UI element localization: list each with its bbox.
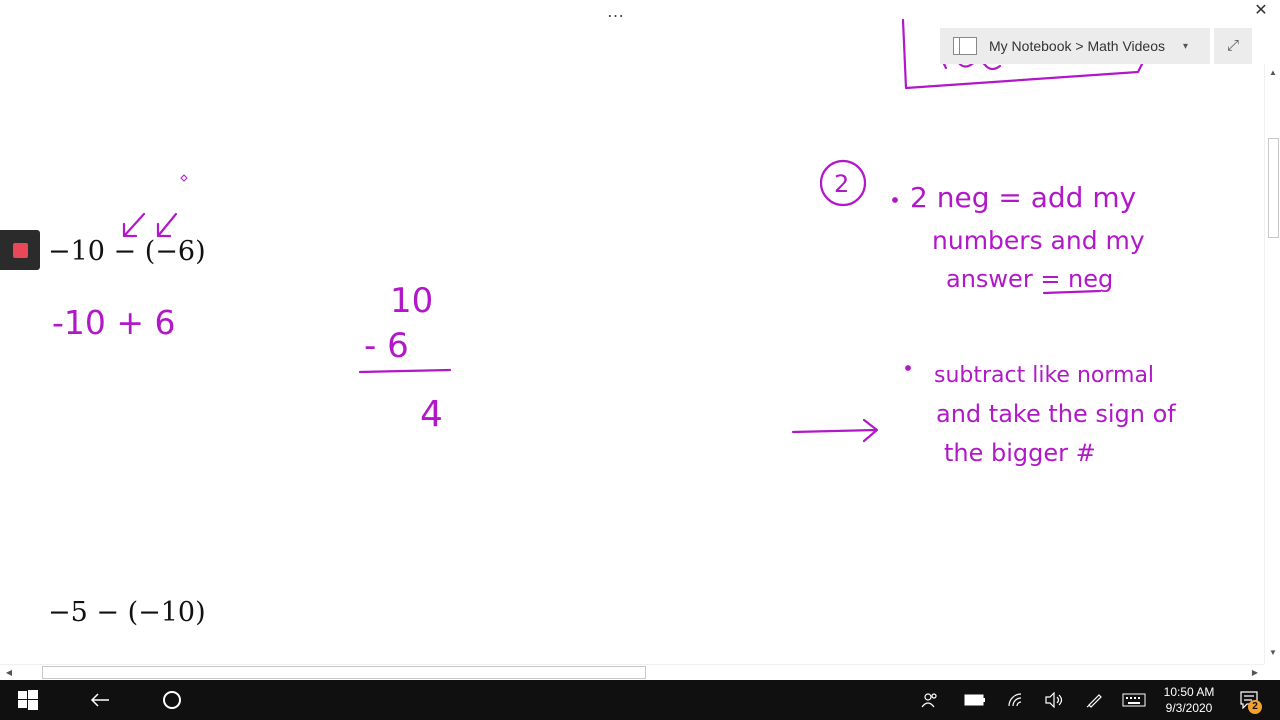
notebook-canvas[interactable]: −10 − (−6) −5 − (−10) -10 + 6 10 - 6 4 2… bbox=[0, 0, 1264, 664]
ink-arrow-1 bbox=[122, 212, 146, 238]
scroll-down-icon[interactable]: ▼ bbox=[1265, 646, 1280, 660]
ink-layer: -10 + 6 10 - 6 4 2 2 neg = add my number… bbox=[52, 18, 1176, 467]
taskbar-clock[interactable]: 10:50 AM 9/3/2020 bbox=[1150, 684, 1228, 716]
ink-bullet-1 bbox=[892, 197, 898, 203]
ink-arrow-2 bbox=[156, 212, 178, 238]
close-button[interactable]: ✕ bbox=[1248, 0, 1274, 22]
notebook-picker[interactable]: My Notebook > Math Videos ▾ bbox=[940, 28, 1210, 64]
scroll-left-icon[interactable]: ◀ bbox=[2, 665, 16, 681]
record-icon bbox=[12, 242, 28, 258]
ink-rule-2-line-2: and take the sign of bbox=[936, 400, 1176, 428]
battery-icon[interactable] bbox=[962, 680, 988, 720]
taskbar: 10:50 AM 9/3/2020 2 bbox=[0, 680, 1280, 720]
pen-cursor-mark bbox=[180, 174, 188, 182]
notification-count-badge: 2 bbox=[1248, 700, 1262, 714]
scroll-up-icon[interactable]: ▲ bbox=[1265, 66, 1280, 80]
pen-ink-icon[interactable] bbox=[1082, 680, 1106, 720]
ink-rule-1-line-3: answer = neg bbox=[946, 265, 1113, 293]
clock-time: 10:50 AM bbox=[1163, 685, 1215, 699]
expand-button[interactable]: ⤢ bbox=[1214, 28, 1252, 64]
people-icon[interactable] bbox=[918, 680, 942, 720]
horizontal-scrollbar[interactable]: ◀ ▶ bbox=[0, 664, 1264, 680]
ink-rule-1-line-2: numbers and my bbox=[932, 226, 1145, 255]
ink-rule-number: 2 bbox=[834, 170, 849, 198]
ink-rule-2-line-3: the bigger # bbox=[944, 439, 1096, 467]
notebook-icon bbox=[953, 36, 977, 55]
ink-rewrite: -10 + 6 bbox=[52, 303, 176, 342]
notebook-path: My Notebook > Math Videos bbox=[989, 38, 1166, 54]
ink-subtraction-rule bbox=[358, 368, 452, 374]
vertical-scroll-thumb[interactable] bbox=[1268, 138, 1279, 238]
back-arrow-icon[interactable] bbox=[80, 680, 120, 720]
ink-arrow-right bbox=[791, 418, 879, 443]
record-button[interactable] bbox=[0, 230, 40, 270]
ink-vertical-bottom: - 6 bbox=[364, 326, 409, 366]
ink-rule-1-line-1: 2 neg = add my bbox=[910, 181, 1136, 214]
horizontal-scroll-thumb[interactable] bbox=[42, 666, 646, 679]
windows-start-icon[interactable] bbox=[8, 680, 48, 720]
ink-bullet-2 bbox=[905, 365, 911, 371]
keyboard-icon[interactable] bbox=[1120, 680, 1148, 720]
more-options-icon[interactable]: … bbox=[600, 0, 632, 22]
scroll-corner bbox=[1264, 664, 1280, 680]
chevron-down-icon: ▾ bbox=[1183, 40, 1189, 52]
cortana-search-icon[interactable] bbox=[152, 680, 192, 720]
vertical-scrollbar[interactable]: ▲ ▼ bbox=[1264, 64, 1280, 664]
wifi-icon[interactable] bbox=[1004, 680, 1028, 720]
ink-vertical-top: 10 bbox=[390, 281, 433, 321]
ink-vertical-result: 4 bbox=[420, 394, 443, 435]
ink-rule-2-line-1: subtract like normal bbox=[934, 363, 1154, 388]
volume-icon[interactable] bbox=[1042, 680, 1066, 720]
action-center-icon[interactable] bbox=[1234, 680, 1264, 720]
clock-date: 9/3/2020 bbox=[1165, 701, 1213, 715]
scroll-right-icon[interactable]: ▶ bbox=[1248, 665, 1262, 681]
